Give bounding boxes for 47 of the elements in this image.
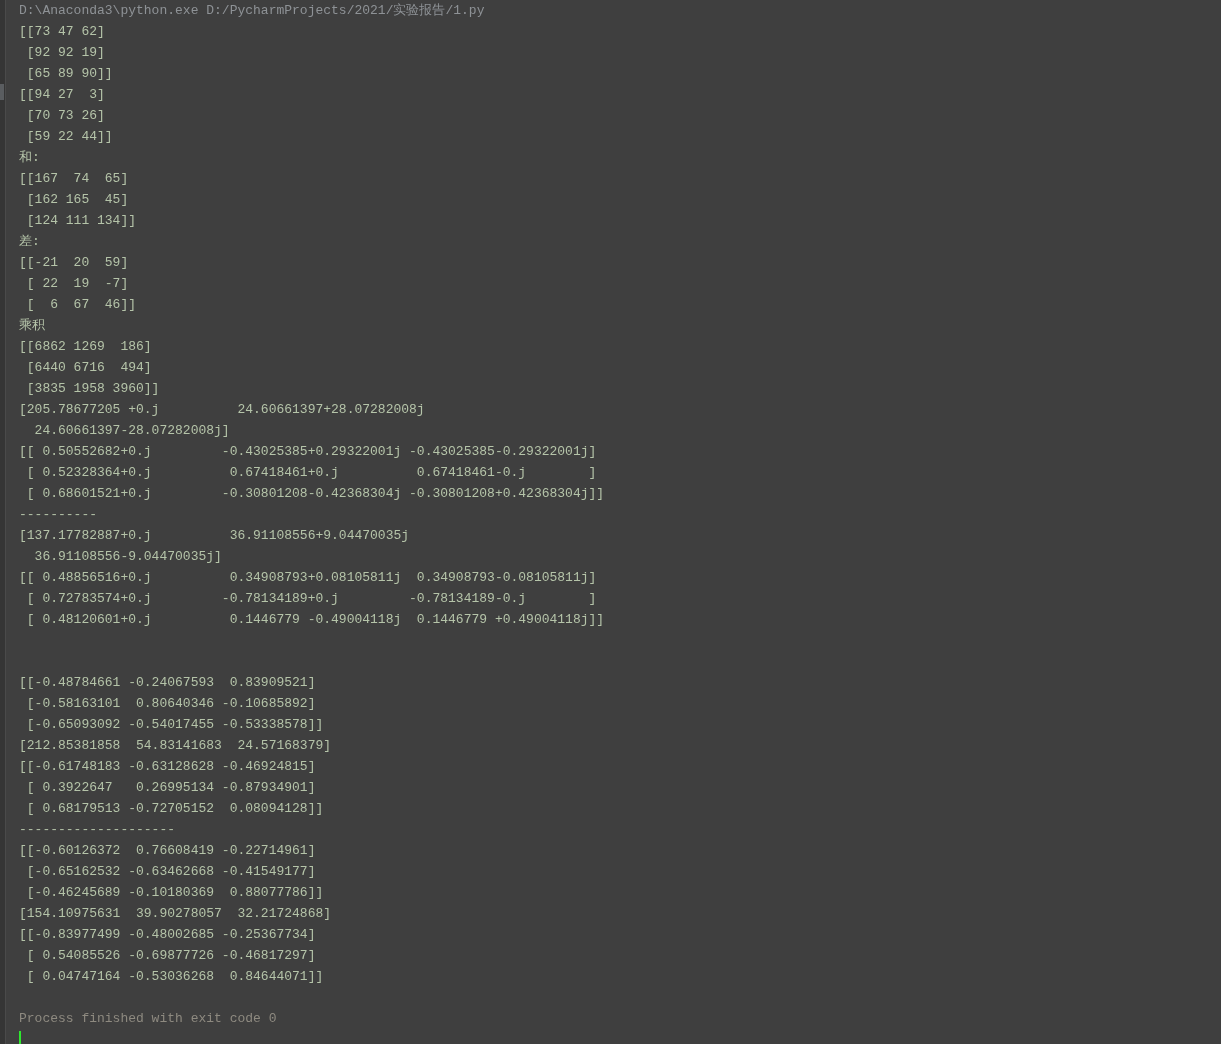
output-line: [212.85381858 54.83141683 24.57168379] <box>19 738 332 753</box>
output-line: [[-0.83977499 -0.48002685 -0.25367734] <box>19 927 316 942</box>
output-line: [6440 6716 494] <box>25 360 152 375</box>
output-line: [ 0.04747164 -0.53036268 0.84644071]] <box>25 969 324 984</box>
output-line: [[-0.61748183 -0.63128628 -0.46924815] <box>19 759 316 774</box>
output-line: [-0.46245689 -0.10180369 0.88077786]] <box>25 885 324 900</box>
output-line: [ 0.3922647 0.26995134 -0.87934901] <box>25 780 316 795</box>
output-line: [[-21 20 59] <box>19 255 129 270</box>
output-line: [[ 0.50552682+0.j -0.43025385+0.29322001j -0.43025385-0.29322001j] <box>19 444 597 459</box>
output-line: [[73 47 62] <box>19 24 105 39</box>
output-line: [ 0.52328364+0.j 0.67418461+0.j 0.67418461-0.j ] <box>25 465 597 480</box>
output-line: [124 111 134]] <box>25 213 137 228</box>
output-line: ---------- <box>19 507 97 522</box>
output-line: [ 0.68601521+0.j -0.30801208-0.42368304j -0.30801208+0.42368304j]] <box>25 486 605 501</box>
output-line: [[ 0.48856516+0.j 0.34908793+0.08105811j 0.34908793-0.08105811j] <box>19 570 597 585</box>
output-line: 36.91108556-9.04470035j] <box>33 549 222 564</box>
output-line: [65 89 90]] <box>25 66 113 81</box>
exit-message: Process finished with exit code 0 <box>19 1011 277 1026</box>
output-line: -------------------- <box>19 822 176 837</box>
output-line: 和: <box>19 150 40 165</box>
output-line: [[6862 1269 186] <box>19 339 152 354</box>
output-line: 差: <box>19 234 40 249</box>
output-line: [-0.65162532 -0.63462668 -0.41549177] <box>25 864 316 879</box>
output-line: [[94 27 3] <box>19 87 105 102</box>
output-line: [ 0.68179513 -0.72705152 0.08094128]] <box>25 801 324 816</box>
output-line: [59 22 44]] <box>25 129 113 144</box>
output-line: [ 0.54085526 -0.69877726 -0.46817297] <box>25 948 316 963</box>
output-line: [3835 1958 3960]] <box>25 381 160 396</box>
output-line: [ 0.72783574+0.j -0.78134189+0.j -0.78134189-0.j ] <box>25 591 597 606</box>
output-line: [-0.65093092 -0.54017455 -0.53338578]] <box>25 717 324 732</box>
output-line: [ 22 19 -7] <box>25 276 129 291</box>
text-cursor <box>19 1031 21 1044</box>
output-line: [[-0.60126372 0.76608419 -0.22714961] <box>19 843 316 858</box>
output-line: [-0.58163101 0.80640346 -0.10685892] <box>25 696 316 711</box>
output-line: [ 6 67 46]] <box>25 297 137 312</box>
output-line: [ 0.48120601+0.j 0.1446779 -0.49004118j 0.1446779 +0.49004118j]] <box>25 612 605 627</box>
output-line: [137.17782887+0.j 36.91108556+9.04470035j <box>19 528 410 543</box>
output-line: [154.10975631 39.90278057 32.21724868] <box>19 906 332 921</box>
output-line: 乘积 <box>19 318 45 333</box>
output-line: [70 73 26] <box>25 108 105 123</box>
output-line: [[-0.48784661 -0.24067593 0.83909521] <box>19 675 316 690</box>
output-line: 24.60661397-28.07282008j] <box>33 423 230 438</box>
command-line: D:\Anaconda3\python.exe D:/PycharmProjects/2021/实验报告/1.py <box>19 3 485 18</box>
output-line: [162 165 45] <box>25 192 129 207</box>
output-line: [[167 74 65] <box>19 171 129 186</box>
output-line: [205.78677205 +0.j 24.60661397+28.07282008j <box>19 402 425 417</box>
output-line: [92 92 19] <box>25 45 105 60</box>
